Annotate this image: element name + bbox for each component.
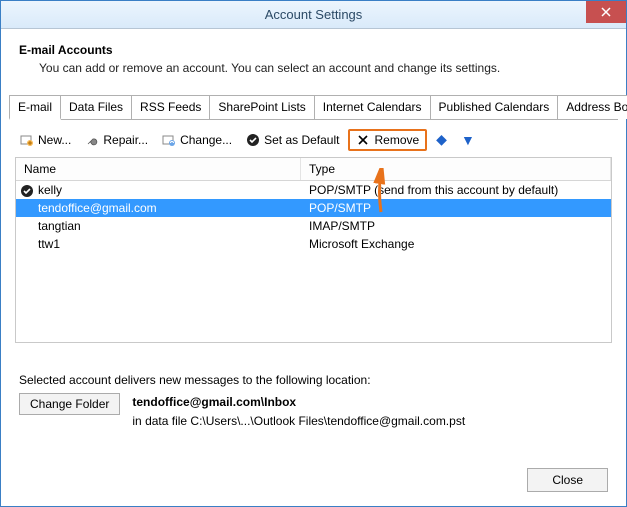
close-icon: [601, 7, 611, 17]
footer: Close: [527, 468, 608, 492]
tab-email[interactable]: E-mail: [9, 95, 61, 120]
repair-button[interactable]: Repair...: [80, 130, 153, 150]
accounts-list: Name Type kelly POP/SMTP (send from this …: [15, 157, 612, 343]
new-label: New...: [38, 133, 71, 147]
header-subtitle: You can add or remove an account. You ca…: [19, 57, 608, 75]
delivery-folder: tendoffice@gmail.com\Inbox: [132, 395, 296, 409]
title-bar: Account Settings: [1, 1, 626, 29]
column-header-name[interactable]: Name: [16, 158, 301, 180]
tabs: E-mailData FilesRSS FeedsSharePoint List…: [9, 95, 618, 120]
window-title: Account Settings: [265, 7, 363, 22]
change-label: Change...: [180, 133, 232, 147]
tab-addr[interactable]: Address Books: [557, 95, 627, 119]
account-row[interactable]: ttw1 Microsoft Exchange: [16, 235, 611, 253]
new-button[interactable]: New...: [15, 130, 76, 150]
header: E-mail Accounts You can add or remove an…: [1, 29, 626, 83]
repair-label: Repair...: [103, 133, 148, 147]
move-down-button[interactable]: ▼: [456, 129, 480, 151]
delivery-text: tendoffice@gmail.com\Inbox in data file …: [132, 393, 465, 431]
delivery-intro: Selected account delivers new messages t…: [19, 373, 608, 387]
tab-ical[interactable]: Internet Calendars: [314, 95, 431, 119]
toolbar: New... Repair... Change... Set as Defaul…: [1, 120, 626, 157]
change-icon: [162, 133, 176, 147]
close-button[interactable]: Close: [527, 468, 608, 492]
change-button[interactable]: Change...: [157, 130, 237, 150]
tab-pubcal[interactable]: Published Calendars: [430, 95, 559, 119]
account-name: ttw1: [38, 237, 60, 251]
account-row[interactable]: tangtian IMAP/SMTP: [16, 217, 611, 235]
account-type: Microsoft Exchange: [301, 237, 611, 251]
account-row[interactable]: kelly POP/SMTP (send from this account by…: [16, 181, 611, 199]
new-icon: [20, 133, 34, 147]
account-name: kelly: [38, 183, 62, 197]
delivery-row: Change Folder tendoffice@gmail.com\Inbox…: [19, 393, 608, 431]
account-type: POP/SMTP (send from this account by defa…: [301, 183, 611, 197]
move-up-button[interactable]: ◆: [431, 128, 452, 151]
account-type: IMAP/SMTP: [301, 219, 611, 233]
arrow-up-icon: ◆: [436, 131, 447, 148]
set-default-button[interactable]: Set as Default: [241, 130, 344, 150]
tab-sharepoint[interactable]: SharePoint Lists: [209, 95, 314, 119]
remove-button[interactable]: Remove: [348, 129, 427, 151]
account-name: tangtian: [38, 219, 81, 233]
account-name: tendoffice@gmail.com: [38, 201, 157, 215]
repair-icon: [85, 133, 99, 147]
default-check-icon: [20, 184, 34, 197]
default-icon: [246, 133, 260, 147]
list-header: Name Type: [16, 158, 611, 181]
header-title: E-mail Accounts: [19, 43, 608, 57]
remove-icon: [356, 133, 370, 147]
tab-rss[interactable]: RSS Feeds: [131, 95, 210, 119]
account-settings-dialog: Account Settings E-mail Accounts You can…: [0, 0, 627, 507]
account-row[interactable]: tendoffice@gmail.com POP/SMTP: [16, 199, 611, 217]
delivery-file: in data file C:\Users\...\Outlook Files\…: [132, 412, 465, 431]
window-close-button[interactable]: [586, 1, 626, 23]
tab-data-files[interactable]: Data Files: [60, 95, 132, 119]
column-header-type[interactable]: Type: [301, 158, 611, 180]
set-default-label: Set as Default: [264, 133, 339, 147]
change-folder-button[interactable]: Change Folder: [19, 393, 120, 415]
remove-label: Remove: [374, 133, 419, 147]
arrow-down-icon: ▼: [461, 132, 475, 148]
account-type: POP/SMTP: [301, 201, 611, 215]
